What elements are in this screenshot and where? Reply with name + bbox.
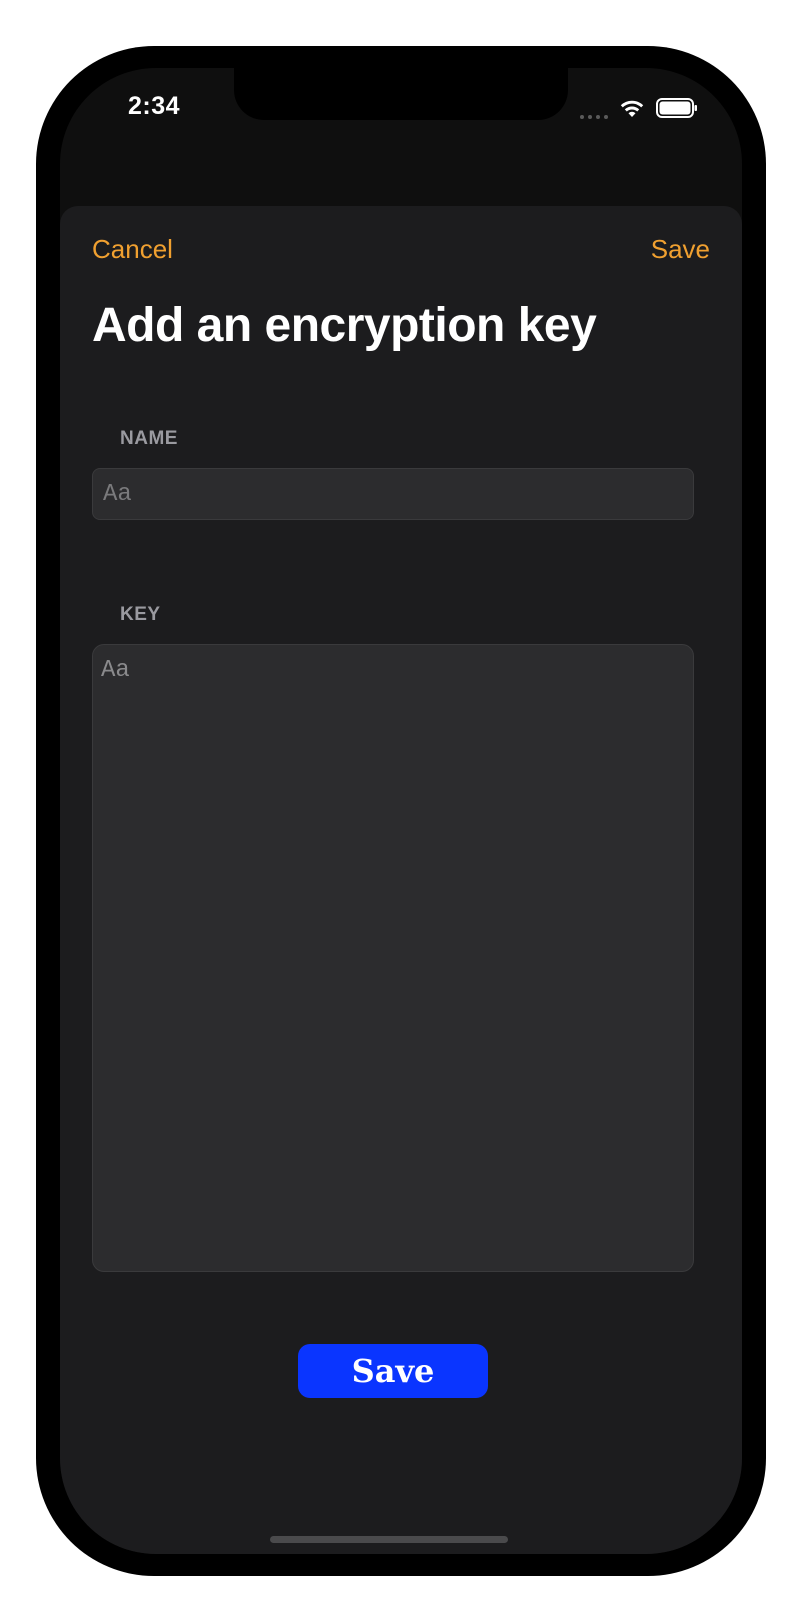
phone-screen: 2:34 Cancel Save Add an encryption key N… [60, 68, 742, 1554]
home-indicator [270, 1536, 508, 1543]
page-title: Add an encryption key [92, 299, 597, 352]
name-label: NAME [120, 428, 178, 449]
wifi-icon [620, 100, 644, 117]
name-input[interactable] [92, 468, 694, 520]
notch [234, 68, 568, 120]
key-textarea[interactable] [92, 644, 694, 1272]
cancel-button[interactable]: Cancel [92, 234, 173, 265]
save-button[interactable]: Save [298, 1344, 488, 1398]
status-time: 2:34 [128, 92, 181, 120]
status-icons [580, 96, 698, 120]
cellular-signal-icon [580, 103, 608, 119]
modal-sheet: Cancel Save Add an encryption key NAME K… [60, 206, 742, 1554]
nav-save-button[interactable]: Save [651, 234, 710, 265]
phone-frame: 2:34 Cancel Save Add an encryption key N… [36, 46, 766, 1576]
battery-icon [656, 98, 697, 118]
key-label: KEY [120, 604, 161, 625]
